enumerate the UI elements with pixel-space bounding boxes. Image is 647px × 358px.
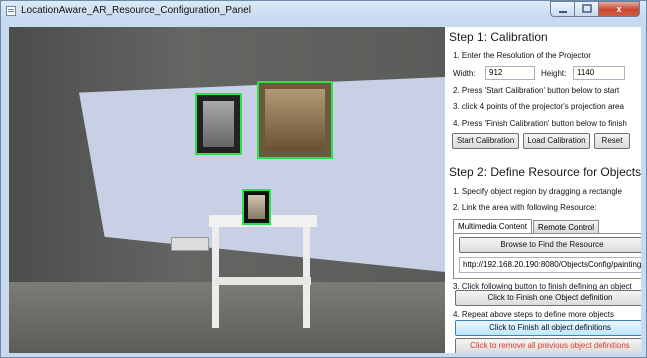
close-icon: x (616, 4, 622, 14)
step1-instruction-4: 4. Press 'Finish Calibration' button bel… (453, 119, 627, 128)
object-region-painting-2[interactable] (257, 81, 333, 159)
object-region-photo-frame[interactable] (242, 189, 271, 225)
step1-heading: Step 1: Calibration (449, 30, 548, 44)
height-input[interactable]: 1140 (573, 66, 625, 80)
camera-view[interactable] (9, 27, 445, 353)
tab-multimedia-content[interactable]: Multimedia Content (453, 219, 532, 234)
load-calibration-button[interactable]: Load Calibration (523, 133, 590, 149)
reset-button[interactable]: Reset (594, 133, 630, 149)
close-button[interactable]: x (598, 1, 640, 17)
width-label: Width: (453, 69, 476, 78)
minimize-button[interactable] (550, 1, 574, 17)
start-calibration-button[interactable]: Start Calibration (452, 133, 519, 149)
photo (248, 195, 265, 219)
finish-one-object-button[interactable]: Click to Finish one Object definition (455, 290, 641, 306)
object-region-painting-1[interactable] (195, 93, 242, 155)
browse-resource-button[interactable]: Browse to Find the Resource (459, 237, 641, 253)
resource-url-field[interactable]: http://192.168.20.190:8080/ObjectsConfig… (459, 257, 641, 273)
title-bar[interactable]: LocationAware_AR_Resource_Configuration_… (1, 1, 646, 21)
remove-all-objects-button[interactable]: Click to remove all previous object defi… (455, 338, 641, 353)
step2-instruction-4: 4. Repeat above steps to define more obj… (453, 310, 614, 319)
maximize-icon (581, 4, 592, 13)
caption-buttons: x (550, 1, 640, 18)
step2-heading: Step 2: Define Resource for Objects (449, 165, 641, 179)
maximize-button[interactable] (574, 1, 598, 17)
client-area: Step 1: Calibration 1. Enter the Resolut… (9, 27, 641, 353)
app-icon (6, 6, 16, 16)
painting (203, 101, 234, 147)
step1-instruction-3: 3. click 4 points of the projector's pro… (453, 102, 624, 111)
table-shelf (215, 277, 311, 285)
config-panel: Step 1: Calibration 1. Enter the Resolut… (445, 27, 641, 353)
finish-all-objects-button[interactable]: Click to Finish all object definitions (455, 320, 641, 336)
step1-instruction-1: 1. Enter the Resolution of the Projector (453, 51, 591, 60)
power-strip (171, 237, 209, 251)
tab-remote-control[interactable]: Remote Control (533, 220, 599, 234)
height-label: Height: (541, 69, 567, 78)
step2-instruction-1: 1. Specify object region by dragging a r… (453, 187, 622, 196)
app-window: LocationAware_AR_Resource_Configuration_… (0, 0, 647, 358)
floor (9, 282, 445, 353)
step2-instruction-2: 2. Link the area with following Resource… (453, 203, 597, 212)
width-input[interactable]: 912 (485, 66, 535, 80)
window-title: LocationAware_AR_Resource_Configuration_… (21, 5, 251, 16)
minimize-icon (558, 11, 567, 13)
step1-instruction-2: 2. Press 'Start Calibration' button belo… (453, 86, 620, 95)
painting (265, 89, 325, 151)
